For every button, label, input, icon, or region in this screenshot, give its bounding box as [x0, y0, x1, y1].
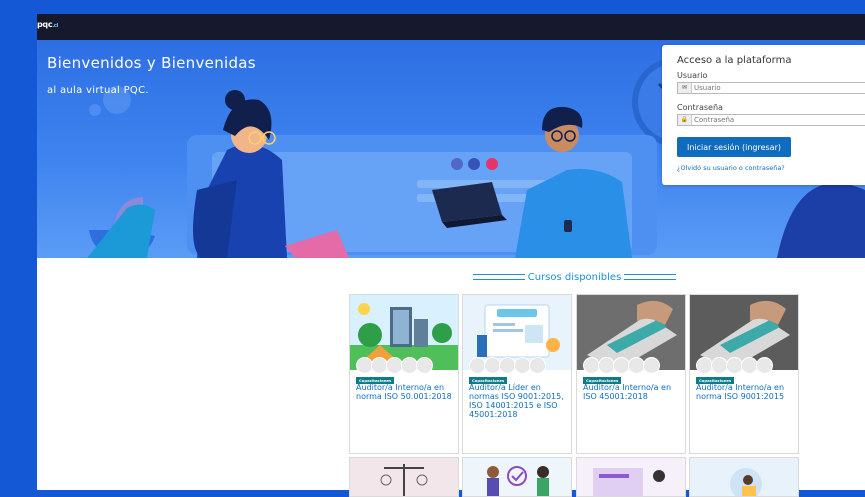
password-field-wrapper: 🔒	[677, 114, 865, 126]
dashboard-image	[593, 468, 665, 496]
course-card-partial[interactable]	[576, 457, 686, 497]
password-input[interactable]	[694, 115, 854, 125]
password-label: Contraseña	[677, 103, 723, 112]
course-card-partial[interactable]	[462, 457, 572, 497]
avatar-group	[469, 357, 546, 378]
scales-image	[380, 464, 428, 496]
hero-title: Bienvenidos y Bienvenidas	[47, 54, 256, 72]
course-card[interactable]: Capacitaciones Auditor/a Interno/a en no…	[689, 294, 799, 454]
avatar-group	[696, 357, 773, 378]
forgot-password-link[interactable]: ¿Olvidó su usuario o contraseña?	[677, 164, 785, 172]
envelope-icon: ✉	[678, 83, 692, 93]
brand-logo[interactable]: pqc.cl	[37, 20, 58, 29]
course-card-partial[interactable]	[349, 457, 459, 497]
heading-line-left	[472, 274, 525, 280]
login-title: Acceso a la plataforma	[677, 55, 792, 66]
heading-line-right	[624, 274, 677, 280]
lock-icon: 🔒	[678, 115, 692, 125]
course-title[interactable]: Auditor/a Interno/a en ISO 45001:2018	[583, 383, 683, 401]
login-button[interactable]: Iniciar sesión (ingresar)	[677, 137, 791, 157]
logo-main: pqc	[37, 20, 53, 29]
login-panel: Acceso a la plataforma Usuario ✉ Contras…	[662, 45, 865, 185]
logo-suffix: .cl	[52, 23, 58, 29]
username-input[interactable]	[694, 83, 854, 93]
avatar-group	[356, 357, 433, 378]
username-field-wrapper: ✉	[677, 82, 865, 94]
course-title[interactable]: Auditor/a Líder en normas ISO 9001:2015,…	[469, 383, 569, 419]
courses-section-title: Cursos disponibles	[527, 272, 622, 283]
username-label: Usuario	[677, 71, 708, 80]
top-navbar: pqc.cl	[37, 14, 865, 40]
course-card[interactable]: Capacitaciones Auditor/a Interno/a en no…	[349, 294, 459, 454]
avatar-group	[583, 357, 660, 378]
person-image	[730, 468, 762, 496]
people-image	[487, 466, 549, 496]
course-title[interactable]: Auditor/a Interno/a en norma ISO 9001:20…	[696, 383, 796, 401]
course-title[interactable]: Auditor/a Interno/a en norma ISO 50.001:…	[356, 383, 456, 401]
course-card[interactable]: Capacitaciones Auditor/a Interno/a en IS…	[576, 294, 686, 454]
courses-section-heading: Cursos disponibles	[462, 272, 687, 283]
hero-subtitle: al aula virtual PQC.	[47, 85, 149, 96]
course-card[interactable]: Capacitaciones Auditor/a Líder en normas…	[462, 294, 572, 454]
course-card-partial[interactable]	[689, 457, 799, 497]
